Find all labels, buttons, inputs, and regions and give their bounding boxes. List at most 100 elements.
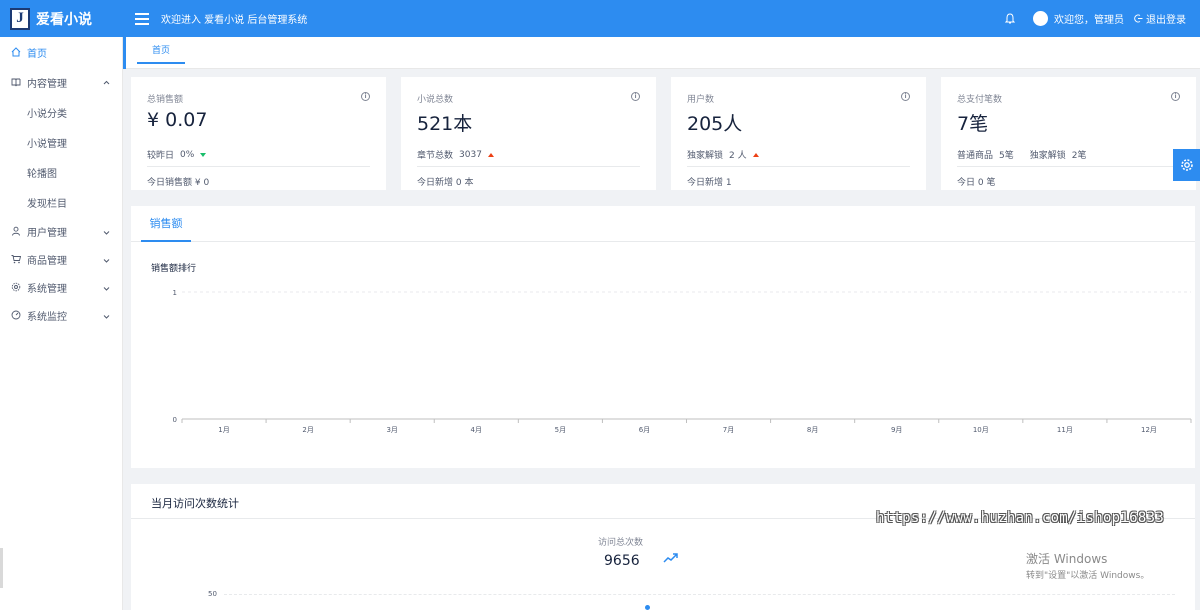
stat-card-novels: 小说总数 i 521本 章节总数 3037 今日新增 0 本 xyxy=(401,77,656,190)
gear-icon xyxy=(1180,159,1193,171)
compare-label: 章节总数 xyxy=(417,151,454,161)
sidebar-item-home[interactable]: 首页 xyxy=(0,37,122,67)
x-tick-label: 6月 xyxy=(639,426,650,434)
visit-total-value: 9656 xyxy=(604,553,640,569)
sidebar-item-discover[interactable]: 发现栏目 xyxy=(0,187,122,217)
menu-toggle-icon[interactable] xyxy=(135,12,149,25)
avatar[interactable] xyxy=(1033,11,1048,26)
dashboard-icon xyxy=(11,310,21,320)
brand[interactable]: J 爱看小说 xyxy=(0,0,123,37)
card-value: 205人 xyxy=(687,113,743,135)
trend-up-icon xyxy=(487,152,494,157)
user-greeting[interactable]: 欢迎您，管理员 xyxy=(1054,11,1124,26)
x-tick-label: 9月 xyxy=(891,426,902,434)
visit-gridline xyxy=(224,594,1175,595)
compare-value-2: 2笔 xyxy=(1071,151,1087,161)
card-value: 7笔 xyxy=(957,113,989,135)
sidebar-item-label: 用户管理 xyxy=(27,227,67,239)
watermark-text: https://www.huzhan.com/ishop16833 xyxy=(876,510,1165,526)
sidebar-item-users[interactable]: 用户管理 xyxy=(0,217,122,245)
sidebar-item-novel-category[interactable]: 小说分类 xyxy=(0,97,122,127)
visit-total-label: 访问总次数 xyxy=(598,538,644,548)
tab-home[interactable]: 首页 xyxy=(137,37,185,64)
sidebar-item-label: 商品管理 xyxy=(27,255,67,267)
chevron-down-icon xyxy=(103,255,110,266)
sidebar-item-novel-manage[interactable]: 小说管理 xyxy=(0,127,122,157)
sidebar-item-label: 内容管理 xyxy=(27,78,67,90)
compare-label: 较昨日 xyxy=(147,151,175,161)
card-compare: 章节总数 3037 xyxy=(417,148,494,161)
logout-label: 退出登录 xyxy=(1146,15,1186,26)
sidebar-item-monitor[interactable]: 系统监控 xyxy=(0,301,122,329)
sidebar-item-label: 轮播图 xyxy=(27,168,57,180)
visit-y-tick: 50 xyxy=(208,590,217,598)
sidebar: 首页 内容管理 小说分类 小说管理 轮播图 发现栏目 用户管理 商品管理 系统管… xyxy=(0,37,123,610)
settings-button[interactable] xyxy=(1173,149,1200,181)
chevron-up-icon xyxy=(103,77,110,88)
x-tick-label: 12月 xyxy=(1141,426,1157,434)
y-tick-label: 1 xyxy=(173,289,177,297)
brand-name: 爱看小说 xyxy=(36,11,92,28)
info-icon[interactable]: i xyxy=(631,92,640,101)
visit-panel: 当月访问次数统计 访问总次数 9656 50 xyxy=(131,484,1195,610)
x-tick-label: 10月 xyxy=(973,426,989,434)
trend-down-icon xyxy=(200,152,207,157)
stat-card-users: 用户数 i 205人 独家解锁 2 人 今日新增 1 xyxy=(671,77,926,190)
visit-panel-title: 当月访问次数统计 xyxy=(151,497,239,510)
card-footer: 今日 0 笔 xyxy=(957,178,996,188)
sidebar-item-label: 系统监控 xyxy=(27,311,67,323)
book-icon xyxy=(11,77,21,87)
home-icon xyxy=(11,47,21,57)
sidebar-item-label: 系统管理 xyxy=(27,283,67,295)
sidebar-item-label: 首页 xyxy=(27,48,47,60)
left-edge-shadow xyxy=(0,548,3,588)
sidebar-item-content[interactable]: 内容管理 xyxy=(0,67,122,97)
card-compare: 较昨日 0% xyxy=(147,148,207,161)
chevron-down-icon xyxy=(103,283,110,294)
x-tick-label: 4月 xyxy=(471,426,482,434)
activate-windows-title: 激活 Windows xyxy=(1026,552,1108,566)
y-tick-label: 0 xyxy=(173,416,177,424)
logout-button[interactable]: 退出登录 xyxy=(1134,11,1186,26)
trend-chart-icon xyxy=(663,552,679,567)
top-right-actions: 欢迎您，管理员 退出登录 xyxy=(1003,11,1200,26)
trend-up-icon xyxy=(752,152,759,157)
x-tick-label: 1月 xyxy=(218,426,229,434)
card-label: 小说总数 xyxy=(417,95,454,105)
stat-card-sales: 总销售额 i ¥ 0.07 较昨日 0% 今日销售额 ¥ 0 xyxy=(131,77,386,190)
card-value: ¥ 0.07 xyxy=(147,109,208,131)
card-divider xyxy=(417,166,640,167)
card-compare: 独家解锁 2 人 xyxy=(687,148,759,161)
x-tick-label: 3月 xyxy=(386,426,397,434)
compare-label-2: 独家解锁 xyxy=(1029,151,1066,161)
x-tick-label: 8月 xyxy=(807,426,818,434)
info-icon[interactable]: i xyxy=(361,92,370,101)
page-tabs-bar: 首页 xyxy=(123,37,1200,69)
sidebar-item-label: 发现栏目 xyxy=(27,198,67,210)
sidebar-item-label: 小说分类 xyxy=(27,108,67,120)
card-label: 总销售额 xyxy=(147,95,184,105)
sales-panel: 销售额 销售额排行 0 1 1月 2月 3月 4月 5月 6月 7月 8月 9月 10月 11月 12月 xyxy=(131,206,1195,468)
welcome-text: 欢迎进入 爱看小说 后台管理系统 xyxy=(161,15,308,26)
tabs-accent xyxy=(123,37,126,69)
sidebar-item-system[interactable]: 系统管理 xyxy=(0,273,122,301)
activate-windows-subtitle: 转到"设置"以激活 Windows。 xyxy=(1026,571,1150,581)
compare-value: 2 人 xyxy=(729,151,747,161)
card-divider xyxy=(147,166,370,167)
info-icon[interactable]: i xyxy=(901,92,910,101)
card-compare: 普通商品 5笔 独家解锁 2笔 xyxy=(957,148,1087,161)
card-label: 用户数 xyxy=(687,95,715,105)
bell-icon[interactable] xyxy=(1003,12,1017,26)
card-value: 521本 xyxy=(417,113,473,135)
info-icon[interactable]: i xyxy=(1171,92,1180,101)
card-divider xyxy=(957,166,1180,167)
card-footer: 今日销售额 ¥ 0 xyxy=(147,178,210,188)
visit-data-point xyxy=(645,605,650,610)
sidebar-item-carousel[interactable]: 轮播图 xyxy=(0,157,122,187)
brand-logo: J xyxy=(10,7,30,30)
card-footer: 今日新增 0 本 xyxy=(417,178,474,188)
sales-bar-chart: 011月 2月 3月 4月 5月 6月 7月 8月 9月 10月 11月 12月 xyxy=(173,289,1192,434)
compare-value: 5笔 xyxy=(999,151,1014,161)
user-icon xyxy=(11,226,21,236)
sidebar-item-products[interactable]: 商品管理 xyxy=(0,245,122,273)
